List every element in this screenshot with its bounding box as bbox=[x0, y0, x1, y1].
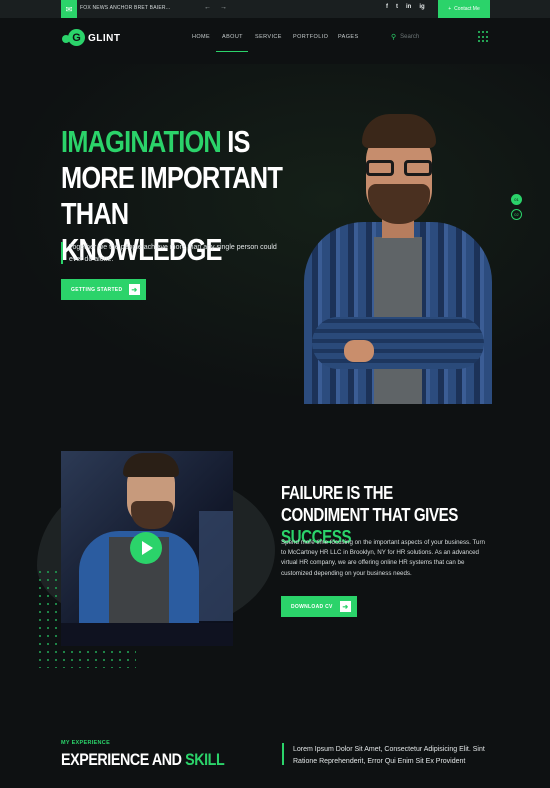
hero-title-highlight: IMAGINATION bbox=[61, 124, 222, 159]
nav-about[interactable]: ABOUT bbox=[222, 34, 243, 40]
getting-started-button[interactable]: GETTING STARTED ➜ bbox=[61, 279, 146, 300]
facebook-icon[interactable]: f bbox=[386, 4, 388, 10]
download-cv-label: DOWNLOAD CV bbox=[291, 603, 333, 610]
search-placeholder: Search bbox=[400, 34, 420, 40]
ticker-controls: ← → bbox=[204, 4, 234, 11]
social-links: f t in ig bbox=[386, 4, 425, 10]
play-icon[interactable] bbox=[130, 532, 162, 564]
logo-mark: G bbox=[62, 27, 86, 49]
search-icon: ⚲ bbox=[391, 34, 397, 41]
nav-service[interactable]: SERVICE bbox=[255, 34, 282, 40]
about-title-text: FAILURE IS THE CONDIMENT THAT GIVES bbox=[281, 483, 458, 525]
top-bar: ✉ FOX NEWS ANCHOR BRET BAIER... ← → f t … bbox=[0, 0, 550, 18]
logo[interactable]: G GLINT bbox=[62, 27, 121, 49]
news-ticker[interactable]: FOX NEWS ANCHOR BRET BAIER... bbox=[80, 5, 170, 11]
grid-menu-icon[interactable] bbox=[478, 31, 490, 43]
active-nav-indicator bbox=[216, 51, 248, 52]
experience-kicker: MY EXPERIENCE bbox=[61, 740, 111, 746]
hero-portrait bbox=[304, 112, 492, 404]
logo-text: GLINT bbox=[88, 32, 121, 44]
arrow-right-icon[interactable]: → bbox=[220, 4, 227, 11]
experience-title-highlight: SKILL bbox=[185, 750, 225, 769]
nav-portfolio[interactable]: PORTFOLIO bbox=[293, 34, 328, 40]
slide-dot-1[interactable]: 01 bbox=[511, 194, 522, 205]
slider-pager: 01 02 bbox=[511, 194, 522, 220]
experience-title: EXPERIENCE AND SKILL bbox=[61, 750, 225, 770]
getting-started-label: GETTING STARTED bbox=[71, 286, 123, 293]
hero-text: Together we the people achieve more than… bbox=[69, 244, 277, 263]
contact-me-button[interactable]: + Contact Me bbox=[438, 0, 490, 18]
search-field[interactable]: ⚲ Search bbox=[391, 33, 419, 41]
experience-title-text: EXPERIENCE AND bbox=[61, 750, 186, 769]
experience-text-accent bbox=[282, 743, 284, 765]
plus-icon: + bbox=[448, 6, 452, 12]
nav-home[interactable]: HOME bbox=[192, 34, 210, 40]
arrow-right-icon: ➜ bbox=[129, 284, 140, 295]
twitter-icon[interactable]: t bbox=[396, 4, 398, 10]
instagram-icon[interactable]: ig bbox=[419, 4, 424, 10]
hero-text-accent bbox=[61, 242, 63, 264]
about-text: Spend more time focusing on the importan… bbox=[281, 539, 485, 577]
download-cv-button[interactable]: DOWNLOAD CV ➜ bbox=[281, 596, 357, 617]
contact-me-label: Contact Me bbox=[454, 6, 480, 12]
arrow-left-icon[interactable]: ← bbox=[204, 4, 211, 11]
linkedin-icon[interactable]: in bbox=[406, 4, 411, 10]
slide-dot-2[interactable]: 02 bbox=[511, 209, 522, 220]
nav-pages[interactable]: PAGES bbox=[338, 34, 359, 40]
logo-letter: G bbox=[68, 29, 85, 46]
experience-text: Lorem Ipsum Dolor Sit Amet, Consectetur … bbox=[293, 746, 485, 765]
arrow-right-icon: ➜ bbox=[340, 601, 351, 612]
chat-icon[interactable]: ✉ bbox=[61, 0, 77, 18]
